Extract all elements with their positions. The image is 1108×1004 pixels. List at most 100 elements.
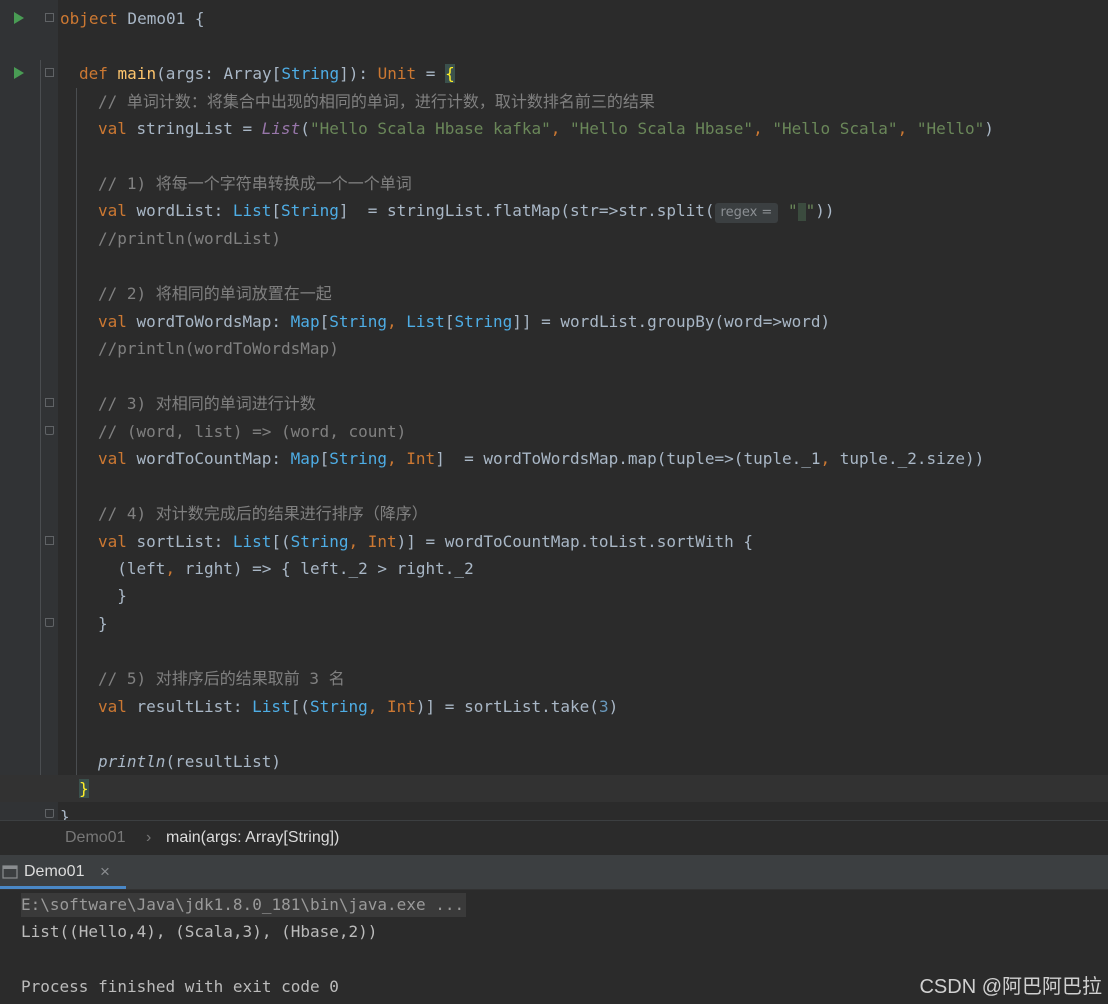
breadcrumb: Demo01 › main(args: Array[String]) <box>0 820 1108 855</box>
token: } <box>79 779 89 798</box>
code-line: println(resultList) <box>0 748 1108 775</box>
breadcrumb-item-demo01[interactable]: Demo01 <box>65 829 125 847</box>
token: , <box>387 312 407 331</box>
token: (left <box>98 559 166 578</box>
token: String <box>329 312 388 331</box>
token: val <box>98 119 127 138</box>
watermark: CSDN @阿巴阿巴拉 <box>919 976 1102 998</box>
token: , <box>367 697 387 716</box>
token: "Hello Scala" <box>772 119 898 138</box>
token: "Hello" <box>916 119 985 138</box>
code-line: } <box>0 803 1108 820</box>
token: } <box>98 586 127 605</box>
code-line: def main(args: Array[String]): Unit = { <box>0 60 1108 87</box>
code-line: (left, right) => { left._2 > right._2 <box>0 555 1108 582</box>
token: "Hello Scala Hbase kafka" <box>309 119 551 138</box>
token: = <box>416 64 446 83</box>
token: Int <box>406 449 436 468</box>
token: List <box>232 532 272 551</box>
breadcrumb-separator: › <box>146 829 152 846</box>
code-line: } <box>0 582 1108 609</box>
token: , <box>753 119 773 138</box>
code-line: val wordToCountMap: Map[String, Int] = w… <box>0 445 1108 472</box>
code-line: val wordList: List[String] = stringList.… <box>0 197 1108 224</box>
parameter-hint: regex = <box>714 203 779 223</box>
console-command-line[interactable]: E:\software\Java\jdk1.8.0_181\bin\java.e… <box>21 893 467 917</box>
comment: //println(wordToWordsMap) <box>98 339 339 358</box>
breadcrumb-item-main[interactable]: main(args: Array[String]) <box>166 829 339 847</box>
token: def <box>79 64 108 83</box>
token: object <box>60 9 118 28</box>
token: (resultList) <box>165 752 282 771</box>
code-line: val resultList: List[(String, Int)] = so… <box>0 693 1108 720</box>
comment: // 单词计数：将集合中出现的相同的单词，进行计数，取计数排名前三的结果 <box>98 92 655 111</box>
token: , <box>897 119 917 138</box>
token: String <box>281 201 339 220</box>
token: )] = wordToCountMap.toList.sortWith { <box>396 532 754 551</box>
code-line: //println(wordToWordsMap) <box>0 335 1108 362</box>
token: main <box>117 64 157 83</box>
token: )) <box>815 201 835 220</box>
token: , <box>820 449 831 468</box>
token: ] = stringList.flatMap(str=>str.split( <box>338 201 715 220</box>
token: ]): <box>339 64 378 83</box>
close-icon[interactable]: × <box>100 862 110 882</box>
token: 3 <box>598 697 609 716</box>
token: String <box>329 449 388 468</box>
comment: // 4) 对计数完成后的结果进行排序（降序） <box>98 504 428 523</box>
token: val <box>98 532 127 551</box>
token: , <box>550 119 571 138</box>
code-line: // (word, list) => (word, count) <box>0 418 1108 445</box>
token: ) <box>608 697 619 716</box>
comment: // 2) 将相同的单词放置在一起 <box>98 284 332 303</box>
token: String <box>454 312 513 331</box>
token: String <box>290 532 349 551</box>
code-line: // 5) 对排序后的结果取前 3 名 <box>0 665 1108 692</box>
tab-demo01[interactable]: Demo01 × <box>0 855 126 889</box>
token: stringList = <box>126 119 262 138</box>
comment: // 1) 将每一个字符串转换成一个一个单词 <box>98 174 412 193</box>
token: println <box>98 752 166 771</box>
token: String <box>281 64 340 83</box>
comment: //println(wordList) <box>98 229 282 248</box>
token: Map <box>290 449 320 468</box>
token: } <box>60 807 70 820</box>
comment: // 3) 对相同的单词进行计数 <box>98 394 316 413</box>
code-editor[interactable]: object Demo01 { def main(args: Array[Str… <box>0 0 1108 820</box>
token: [ <box>444 312 455 331</box>
text-cursor <box>797 202 806 221</box>
code-line: // 3) 对相同的单词进行计数 <box>0 390 1108 417</box>
token: ) <box>984 119 994 138</box>
token: val <box>98 697 127 716</box>
code-line: // 1) 将每一个字符串转换成一个一个单词 <box>0 170 1108 197</box>
token: Map <box>290 312 320 331</box>
token: List <box>406 312 445 331</box>
token: , <box>348 532 368 551</box>
token: { <box>445 64 455 83</box>
code-line: // 4) 对计数完成后的结果进行排序（降序） <box>0 500 1108 527</box>
token: } <box>98 614 108 633</box>
token: val <box>98 312 127 331</box>
token: " <box>787 201 798 220</box>
token: )] = sortList.take( <box>415 697 599 716</box>
token: [ <box>319 449 330 468</box>
code-line: object Demo01 { <box>0 5 1108 32</box>
token: resultList: <box>126 697 253 716</box>
console-output-line: List((Hello,4), (Scala,3), (Hbase,2)) <box>21 922 378 941</box>
token: List <box>252 697 291 716</box>
token: (args: Array[ <box>156 64 282 83</box>
token: [( <box>271 532 291 551</box>
token: " <box>805 201 816 220</box>
token: [ <box>319 312 330 331</box>
token: List <box>232 201 272 220</box>
comment: // 5) 对排序后的结果取前 3 名 <box>98 669 345 688</box>
token: ( <box>300 119 310 138</box>
token: [( <box>290 697 310 716</box>
token: [ <box>271 201 282 220</box>
code-line: // 2) 将相同的单词放置在一起 <box>0 280 1108 307</box>
token: String <box>309 697 368 716</box>
token: Unit <box>377 64 417 83</box>
tab-label: Demo01 <box>24 863 85 880</box>
token: , <box>387 449 407 468</box>
token: wordToCountMap: <box>126 449 291 468</box>
